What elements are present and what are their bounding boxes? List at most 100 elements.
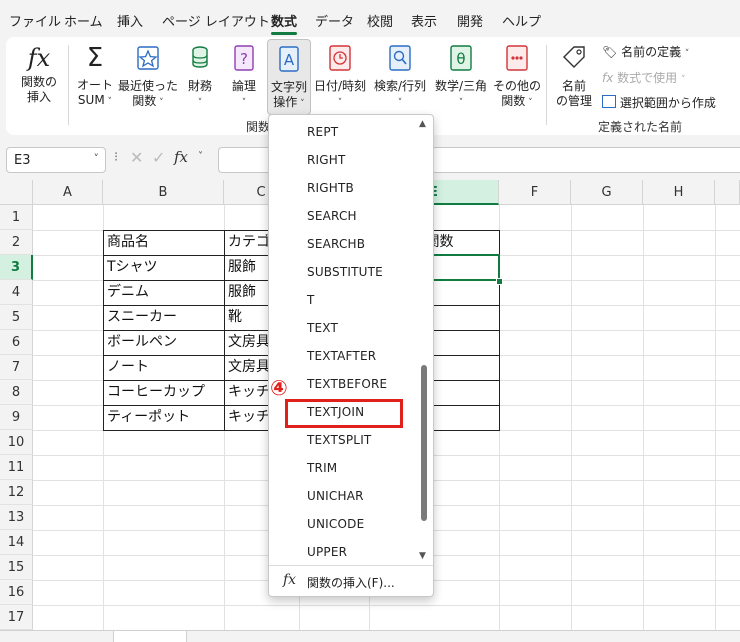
define-name-button[interactable]: 🏷 名前の定義 ˅ — [602, 43, 689, 60]
row-header[interactable]: 17 — [0, 605, 33, 630]
row-header-selected[interactable]: 3 — [0, 255, 33, 280]
row-header[interactable]: 8 — [0, 380, 33, 405]
row-header[interactable]: 9 — [0, 405, 33, 430]
row-header[interactable]: 6 — [0, 330, 33, 355]
insert-function-fx-icon[interactable]: fx — [174, 148, 188, 166]
row-header[interactable]: 15 — [0, 555, 33, 580]
function-item-textbefore[interactable]: TEXTBEFORE — [307, 377, 387, 391]
table-cell[interactable]: ティーポット — [104, 405, 224, 430]
datetime-button[interactable]: 日付/時刻 ˅ — [312, 43, 368, 111]
table-cell[interactable]: スニーカー — [104, 305, 224, 330]
datetime-label: 日付/時刻 — [313, 79, 367, 93]
function-item-t[interactable]: T — [307, 293, 315, 307]
tab-home[interactable]: ホーム — [64, 11, 103, 30]
row-header[interactable]: 10 — [0, 430, 33, 455]
use-in-formula-button[interactable]: fx 数式で使用 ˅ — [602, 69, 686, 86]
function-item-substitute[interactable]: SUBSTITUTE — [307, 265, 383, 279]
tab-help[interactable]: ヘルプ — [502, 11, 541, 30]
chevron-down-icon: ˅ — [337, 98, 343, 108]
math-trig-button[interactable]: θ 数学/三角 ˅ — [431, 43, 491, 111]
function-item-unichar[interactable]: UNICHAR — [307, 489, 364, 503]
tab-data[interactable]: データ — [315, 11, 354, 30]
tab-formulas[interactable]: 数式 — [271, 11, 297, 30]
function-item-unicode[interactable]: UNICODE — [307, 517, 364, 531]
recent-functions-button[interactable]: 最近使った 関数 ˅ — [118, 43, 178, 111]
table-cell[interactable]: ボールペン — [104, 330, 224, 355]
name-manager-label-1: 名前 — [561, 79, 586, 93]
logical-button[interactable]: ? 論理 ˅ — [224, 43, 264, 111]
function-item-right[interactable]: RIGHT — [307, 153, 346, 167]
row-header[interactable]: 14 — [0, 530, 33, 555]
table-cell[interactable]: ノート — [104, 355, 224, 380]
tab-page-layout[interactable]: ページ レイアウト — [162, 11, 270, 30]
row-header[interactable]: 12 — [0, 480, 33, 505]
chevron-down-icon: ˅ — [197, 98, 203, 108]
table-cell[interactable]: デニム — [104, 280, 224, 305]
col-header-a[interactable]: A — [33, 180, 103, 205]
fill-handle[interactable] — [496, 278, 503, 285]
tab-view[interactable]: 表示 — [411, 11, 437, 30]
row-header[interactable]: 7 — [0, 355, 33, 380]
function-item-searchb[interactable]: SEARCHB — [307, 237, 365, 251]
function-item-rightb[interactable]: RIGHTB — [307, 181, 354, 195]
function-item-textsplit[interactable]: TEXTSPLIT — [307, 433, 371, 447]
financial-label: 財務 — [187, 79, 212, 93]
scroll-down-icon[interactable]: ▼ — [419, 551, 426, 561]
function-item-upper[interactable]: UPPER — [307, 545, 347, 559]
col-header-b[interactable]: B — [103, 180, 224, 205]
tab-developer[interactable]: 開発 — [457, 11, 483, 30]
chevron-down-icon: ˅ — [681, 75, 686, 85]
text-functions-button[interactable]: A 文字列 操作 ˅ — [267, 39, 311, 115]
row-header[interactable]: 1 — [0, 205, 33, 230]
chevron-down-icon: ˅ — [104, 97, 113, 107]
chevron-down-icon[interactable]: ˅ — [198, 151, 203, 162]
theta-icon: θ — [431, 43, 491, 77]
name-manager-button[interactable]: 名前 の管理 — [552, 43, 596, 109]
col-header-i[interactable] — [715, 180, 740, 205]
lookup-button[interactable]: 検索/行列 ˅ — [370, 43, 430, 111]
function-item-trim[interactable]: TRIM — [307, 461, 337, 475]
col-header-f[interactable]: F — [499, 180, 571, 205]
tab-file[interactable]: ファイル — [9, 11, 61, 30]
row-header[interactable]: 2 — [0, 230, 33, 255]
chevron-down-icon: ˅ — [297, 99, 305, 109]
row-header[interactable]: 16 — [0, 580, 33, 605]
cancel-icon[interactable]: ✕ — [130, 148, 143, 167]
select-all-corner[interactable] — [0, 180, 33, 205]
insert-function-button[interactable]: fx 関数の 挿入 — [16, 43, 62, 105]
enter-check-icon[interactable]: ✓ — [152, 148, 165, 167]
tab-insert[interactable]: 挿入 — [117, 11, 143, 30]
autosum-button[interactable]: Σ オート SUM ˅ — [72, 43, 118, 110]
create-from-selection-button[interactable]: 選択範囲から作成 — [602, 94, 716, 111]
col-header-g[interactable]: G — [571, 180, 643, 205]
col-header-h[interactable]: H — [643, 180, 715, 205]
scrollbar-thumb[interactable] — [421, 365, 427, 521]
row-header[interactable]: 4 — [0, 280, 33, 305]
financial-button[interactable]: 財務 ˅ — [180, 43, 220, 111]
function-item-textafter[interactable]: TEXTAFTER — [307, 349, 376, 363]
more-options-icon[interactable]: ⁝ — [114, 150, 118, 165]
table-header-cell[interactable]: 商品名 — [104, 230, 224, 255]
tab-review[interactable]: 校閲 — [367, 11, 393, 30]
function-item-text[interactable]: TEXT — [307, 321, 338, 335]
row-header[interactable]: 13 — [0, 505, 33, 530]
row-header[interactable]: 11 — [0, 455, 33, 480]
insert-function-menu-item[interactable]: 関数の挿入(F)... — [307, 574, 395, 591]
table-cell[interactable]: Tシャツ — [104, 255, 224, 280]
table-cell[interactable]: コーヒーカップ — [104, 380, 224, 405]
more-functions-button[interactable]: その他の 関数 ˅ — [490, 43, 544, 111]
star-icon — [118, 43, 178, 77]
fx-icon: fx — [27, 44, 51, 72]
recent-label-1: 最近使った — [118, 79, 179, 93]
function-item-search[interactable]: SEARCH — [307, 209, 357, 223]
grid-small-icon — [602, 95, 616, 108]
function-item-rept[interactable]: REPT — [307, 125, 338, 139]
name-box[interactable]: E3 ˅ — [6, 147, 106, 173]
scroll-up-icon[interactable]: ▲ — [419, 119, 426, 129]
autosum-label-1: オート — [76, 78, 113, 92]
autosum-label-2: SUM — [77, 93, 105, 107]
row-header[interactable]: 5 — [0, 305, 33, 330]
chevron-down-icon[interactable]: ˅ — [94, 152, 100, 165]
formula-small-icon: fx — [602, 71, 614, 85]
sheet-tab[interactable] — [113, 631, 187, 642]
